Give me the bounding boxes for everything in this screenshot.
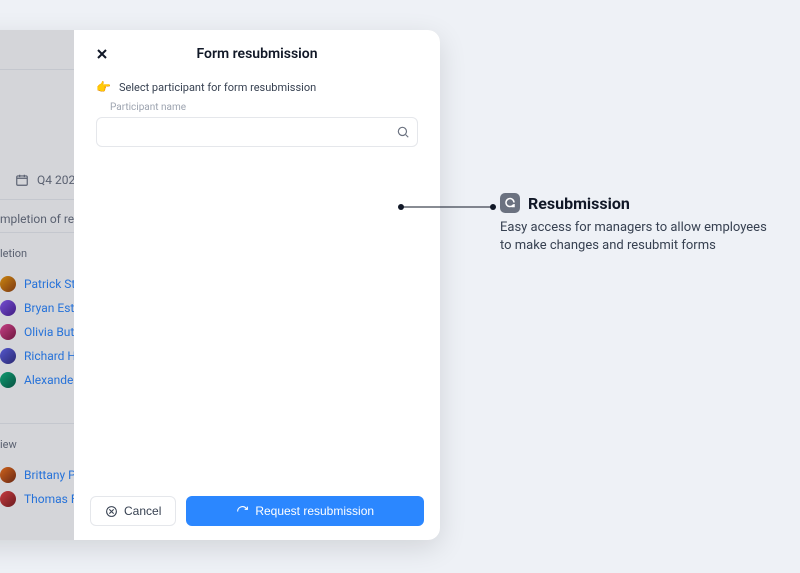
- pointing-hand-icon: 👉: [96, 80, 111, 94]
- refresh-icon: [236, 505, 249, 518]
- participant-field-label: Participant name: [110, 102, 418, 113]
- resubmission-feature-icon: [500, 193, 520, 213]
- cancel-button-label: Cancel: [124, 504, 161, 518]
- request-resubmission-button[interactable]: Request resubmission: [186, 496, 424, 526]
- request-resubmission-label: Request resubmission: [255, 504, 374, 518]
- close-icon: [94, 46, 110, 62]
- marketing-callout: Resubmission Easy access for managers to…: [500, 193, 770, 255]
- search-icon: [396, 125, 410, 139]
- resubmission-modal: Form resubmission 👉 Select participant f…: [74, 30, 440, 540]
- participant-input-wrap: [96, 117, 418, 147]
- modal-footer: Cancel Request resubmission: [74, 484, 440, 540]
- app-window: Q4 2020 mpletion of review form letion n…: [0, 30, 440, 540]
- close-button[interactable]: [92, 44, 112, 64]
- modal-body: 👉 Select participant for form resubmissi…: [74, 74, 440, 484]
- callout-body: Easy access for managers to allow employ…: [500, 219, 770, 255]
- cancel-button[interactable]: Cancel: [90, 496, 176, 526]
- modal-header: Form resubmission: [74, 30, 440, 74]
- participant-search-input[interactable]: [96, 117, 418, 147]
- modal-title: Form resubmission: [112, 46, 402, 62]
- modal-hint-text: Select participant for form resubmission: [119, 81, 316, 94]
- callout-title: Resubmission: [528, 194, 630, 213]
- modal-hint: 👉 Select participant for form resubmissi…: [96, 80, 418, 94]
- cancel-icon: [105, 505, 118, 518]
- callout-head: Resubmission: [500, 193, 770, 213]
